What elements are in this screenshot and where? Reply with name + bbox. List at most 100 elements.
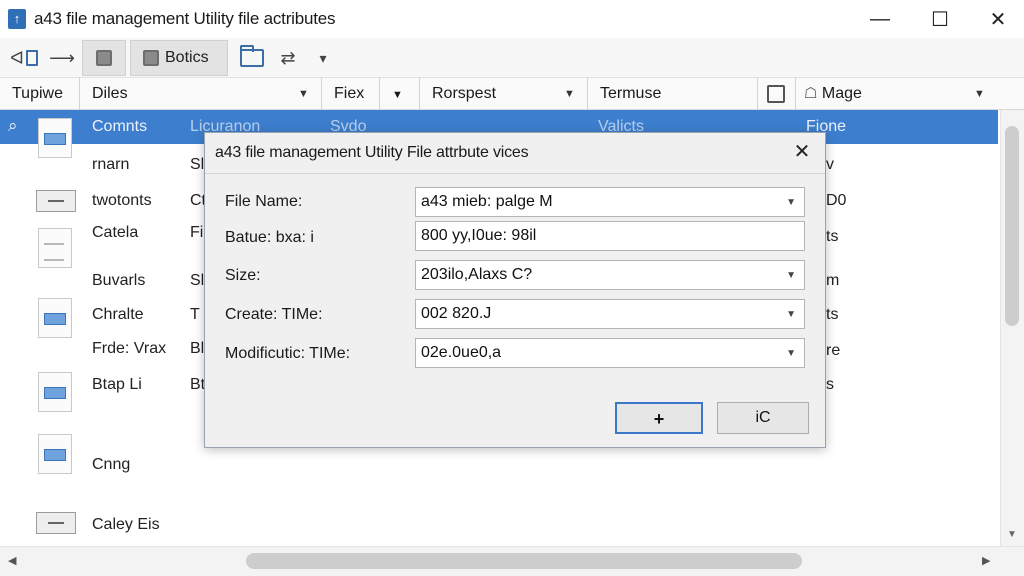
folder-icon xyxy=(240,45,264,67)
modification-time-label: Modificutic: TIMe: xyxy=(225,345,351,362)
list-item-name: Caley Eis xyxy=(92,516,160,533)
chevron-down-icon: ▾ xyxy=(319,49,327,66)
toolbar: ᐊ ⟶ Botics ⇄ ▾ xyxy=(0,38,1024,78)
scroll-left-icon[interactable]: ◀ xyxy=(8,554,16,567)
file-name-value: a43 mieb: palge M xyxy=(421,193,553,210)
back-icon: ᐊ xyxy=(10,47,24,68)
column-label: Diles xyxy=(92,85,128,102)
modification-time-value: 02e.0ue0,a xyxy=(421,344,502,361)
file-icon xyxy=(38,372,72,412)
file-icon xyxy=(38,118,72,158)
file-icon xyxy=(38,434,72,474)
chevron-down-icon[interactable]: ▼ xyxy=(786,309,796,320)
column-header-tupiwe[interactable]: Tupiwe xyxy=(0,78,80,110)
chevron-down-icon[interactable]: ▼ xyxy=(786,270,796,281)
list-item-name: Btap Li xyxy=(92,376,142,393)
list-item-name: Cnng xyxy=(92,456,131,473)
horizontal-scrollbar[interactable]: ◀ ▶ xyxy=(0,546,1024,576)
minimize-button[interactable]: — xyxy=(852,0,908,38)
view-button[interactable] xyxy=(82,40,126,76)
list-item-name: Catela xyxy=(92,224,139,241)
folder-button[interactable] xyxy=(238,45,266,70)
list-item-cell: re xyxy=(826,342,841,359)
column-dropdown-fiex[interactable]: ▼ xyxy=(380,78,420,110)
botics-icon xyxy=(143,50,159,66)
column-header-mage[interactable]: ☖ Mage xyxy=(796,78,1000,110)
botics-label: Botics xyxy=(165,49,209,66)
horizontal-scrollbar-thumb[interactable] xyxy=(246,553,802,569)
list-item-name: Chralte xyxy=(92,306,144,323)
list-item-name: Frde: Vrax xyxy=(92,340,167,357)
forward-icon: ⟶ xyxy=(49,47,75,68)
batue-field[interactable]: 800 yy,I0ue: 98il xyxy=(415,221,805,251)
modification-time-field[interactable]: 02e.0ue0,a ▼ xyxy=(415,338,805,368)
back-button[interactable]: ᐊ xyxy=(6,46,42,70)
list-item-cell: Sl xyxy=(190,272,205,289)
create-time-field[interactable]: 002 820.J ▼ xyxy=(415,299,805,329)
chevron-down-icon[interactable]: ▼ xyxy=(786,197,796,208)
file-icon xyxy=(36,512,76,534)
column-label: Mage xyxy=(821,85,862,102)
window-title: a43 file management Utility file actribu… xyxy=(34,9,336,28)
list-item-cell: v xyxy=(826,156,834,173)
share-button[interactable]: ⇄ xyxy=(274,46,302,70)
column-header-termuse[interactable]: Termuse xyxy=(588,78,758,110)
calendar-icon xyxy=(767,84,785,103)
ok-button[interactable]: + xyxy=(615,402,703,434)
column-header-fiex[interactable]: Fiex xyxy=(322,78,380,110)
batue-label: Batue: bxa: i xyxy=(225,229,314,246)
file-icon xyxy=(38,228,72,268)
create-time-label: Create: TIMe: xyxy=(225,306,323,323)
dialog-close-button[interactable]: ✕ xyxy=(789,139,815,165)
cancel-button[interactable]: iC xyxy=(717,402,809,434)
scroll-right-icon[interactable]: ▶ xyxy=(982,554,990,567)
image-icon: ☖ xyxy=(804,85,818,102)
close-window-button[interactable]: ✕ xyxy=(970,0,1024,38)
list-item-name: twotonts xyxy=(92,192,152,209)
list-item-cell: Bt xyxy=(190,376,206,393)
list-item-name: rnarn xyxy=(92,156,130,173)
search-icon: ⌕ xyxy=(8,116,18,135)
size-label: Size: xyxy=(225,267,261,284)
maximize-button[interactable]: ☐ xyxy=(912,0,968,38)
column-header-rorspest[interactable]: Rorspest xyxy=(420,78,588,110)
list-item-name: Comnts xyxy=(92,118,148,135)
file-name-label: File Name: xyxy=(225,193,303,210)
dialog-title: a43 file management Utility File attrbut… xyxy=(215,144,529,161)
column-header-row: Tupiwe Diles ▼ Fiex ▼ Rorspest ▼ Termuse… xyxy=(0,78,1024,110)
toolbar-dropdown[interactable]: ▾ xyxy=(312,46,334,70)
list-item-cell: ts xyxy=(826,228,839,245)
forward-button[interactable]: ⟶ xyxy=(48,46,76,70)
list-item-cell: D0 xyxy=(826,192,847,209)
size-value: 203ilo,Alaxs C? xyxy=(421,266,533,283)
batue-value: 800 yy,I0ue: 98il xyxy=(421,227,537,244)
file-icon xyxy=(36,190,76,212)
file-attributes-dialog: a43 file management Utility File attrbut… xyxy=(204,132,826,448)
list-item-name: Buvarls xyxy=(92,272,146,289)
size-field[interactable]: 203ilo,Alaxs C? ▼ xyxy=(415,260,805,290)
chevron-down-icon[interactable]: ▼ xyxy=(298,78,309,110)
scroll-down-icon[interactable]: ▼ xyxy=(1007,529,1017,540)
chevron-down-icon[interactable]: ▼ xyxy=(974,78,985,110)
dialog-divider xyxy=(205,173,825,174)
calendar-button[interactable] xyxy=(758,78,796,110)
document-icon xyxy=(25,50,38,66)
file-name-field[interactable]: a43 mieb: palge M ▼ xyxy=(415,187,805,217)
view-icon xyxy=(96,50,112,66)
botics-button[interactable]: Botics xyxy=(130,40,228,76)
share-icon: ⇄ xyxy=(280,47,296,68)
chevron-down-icon[interactable]: ▼ xyxy=(564,78,575,110)
list-item-cell: ts xyxy=(826,306,839,323)
vertical-scrollbar-thumb[interactable] xyxy=(1005,126,1019,326)
create-time-value: 002 820.J xyxy=(421,305,492,322)
list-item-cell: Fi xyxy=(190,224,204,241)
title-bar: ↑ a43 file management Utility file actri… xyxy=(0,0,1024,38)
list-item-cell: Bl xyxy=(190,340,205,357)
file-icon xyxy=(38,298,72,338)
list-item-cell: s xyxy=(826,376,834,393)
chevron-down-icon[interactable]: ▼ xyxy=(786,348,796,359)
column-header-diles[interactable]: Diles xyxy=(80,78,322,110)
app-icon: ↑ xyxy=(8,9,26,29)
list-item-cell: T xyxy=(190,306,200,323)
vertical-scrollbar[interactable]: ▼ xyxy=(1000,110,1024,546)
